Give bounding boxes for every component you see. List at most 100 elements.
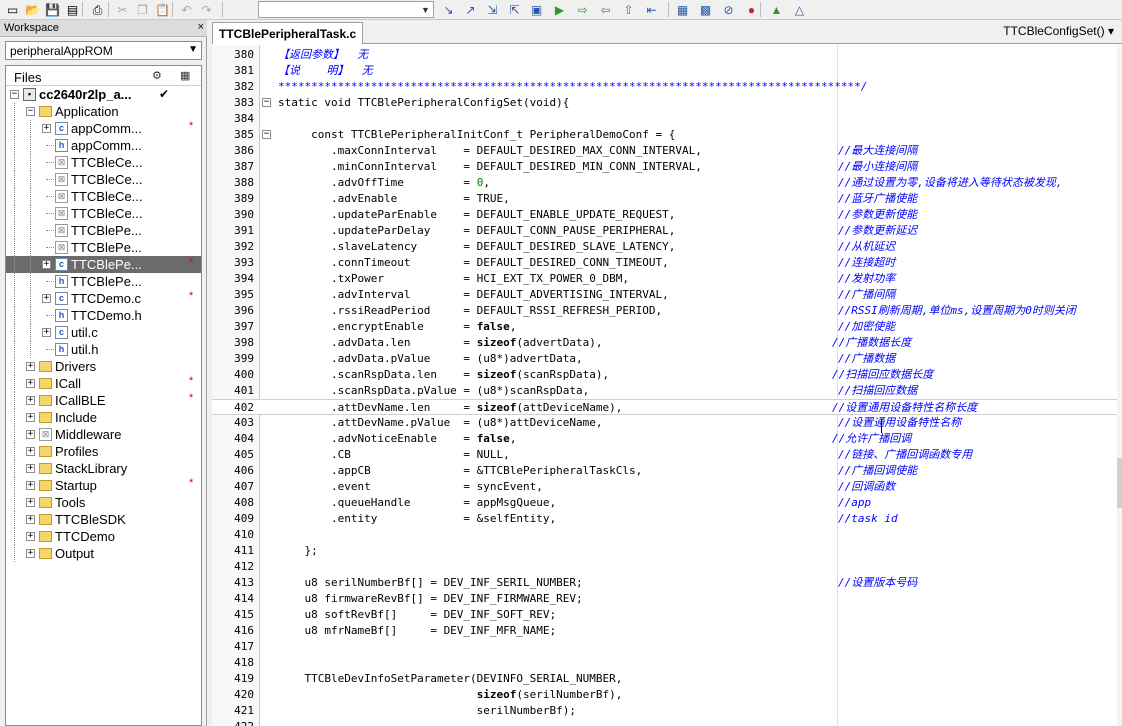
bookmark-next-icon[interactable]: ⇨: [574, 1, 591, 18]
paste-icon[interactable]: 📋: [154, 1, 171, 18]
chevron-down-icon[interactable]: ▾: [1108, 24, 1114, 38]
code-line[interactable]: 410: [212, 527, 1117, 543]
code-line[interactable]: 418: [212, 655, 1117, 671]
save-all-icon[interactable]: ▤: [64, 1, 81, 18]
files-column-label[interactable]: Files: [14, 70, 41, 85]
expand-icon[interactable]: +: [42, 260, 51, 269]
bookmark-toggle-icon[interactable]: ▶: [551, 1, 568, 18]
open-folder-icon[interactable]: 📂: [24, 1, 41, 18]
tree-item[interactable]: − Application: [6, 103, 201, 120]
code-area[interactable]: 380 【返回参数】 无 381 【说 明】 无 382 ****************…: [212, 45, 1117, 726]
code-line[interactable]: 405 .CB = NULL, //链接、广播回调函数专用: [212, 447, 1117, 463]
function-navigator[interactable]: TTCBleConfigSet() ▾: [1003, 24, 1114, 38]
undo-icon[interactable]: ↶: [178, 1, 195, 18]
find-combo[interactable]: ▼: [258, 1, 434, 18]
expand-icon[interactable]: +: [26, 379, 35, 388]
code-line[interactable]: 404 .advNoticeEnable = false, //允许广播回调: [212, 431, 1117, 447]
stop-build-icon[interactable]: ⊘: [720, 1, 737, 18]
code-line[interactable]: 392 .slaveLatency = DEFAULT_DESIRED_SLAV…: [212, 239, 1117, 255]
code-line[interactable]: 399 .advData.pValue = (u8*)advertData, //…: [212, 351, 1117, 367]
code-line[interactable]: 412: [212, 559, 1117, 575]
tree-item[interactable]: ⊠ TTCBlePe...: [6, 239, 201, 256]
code-line[interactable]: 415 u8 softRevBf[] = DEV_INF_SOFT_REV;: [212, 607, 1117, 623]
code-line[interactable]: 387 .minConnInterval = DEFAULT_DESIRED_M…: [212, 159, 1117, 175]
tree-item[interactable]: + TTCDemo: [6, 528, 201, 545]
code-line[interactable]: 389 .advEnable = TRUE, //蓝牙广播使能: [212, 191, 1117, 207]
code-line[interactable]: 403 .attDevName.pValue = (u8*)attDeviceN…: [212, 415, 1117, 431]
tree-item[interactable]: + ICall *: [6, 375, 201, 392]
collapse-icon[interactable]: −: [10, 90, 19, 99]
scrollbar-thumb[interactable]: [1117, 458, 1122, 508]
tree-item[interactable]: h TTCDemo.h: [6, 307, 201, 324]
code-line[interactable]: 385− const TTCBlePeripheralInitConf_t Pe…: [212, 127, 1117, 143]
new-file-icon[interactable]: ▭: [4, 1, 21, 18]
tree-item[interactable]: h util.h: [6, 341, 201, 358]
fold-toggle-icon[interactable]: −: [262, 130, 271, 139]
tree-item[interactable]: ⊠ TTCBleCe...: [6, 188, 201, 205]
code-line[interactable]: 395 .advInterval = DEFAULT_ADVERTISING_I…: [212, 287, 1117, 303]
code-line[interactable]: 397 .encryptEnable = false, //加密使能: [212, 319, 1117, 335]
tree-item[interactable]: + StackLibrary: [6, 460, 201, 477]
expand-icon[interactable]: +: [26, 515, 35, 524]
tree-item[interactable]: + Output: [6, 545, 201, 562]
options-column-icon[interactable]: ⚙: [152, 69, 162, 82]
code-line[interactable]: 396 .rssiReadPeriod = DEFAULT_RSSI_REFRE…: [212, 303, 1117, 319]
expand-icon[interactable]: +: [42, 294, 51, 303]
goto-icon[interactable]: ▣: [528, 1, 545, 18]
debug-no-download-icon[interactable]: △: [791, 1, 808, 18]
replace-icon[interactable]: ⇱: [506, 1, 523, 18]
save-icon[interactable]: 💾: [44, 1, 61, 18]
tree-item[interactable]: + Profiles: [6, 443, 201, 460]
code-line[interactable]: 381 【说 明】 无: [212, 63, 1117, 79]
code-line[interactable]: 393 .connTimeout = DEFAULT_DESIRED_CONN_…: [212, 255, 1117, 271]
vertical-scrollbar[interactable]: [1117, 45, 1122, 726]
find-prev-icon[interactable]: ↗: [462, 1, 479, 18]
tree-item[interactable]: ⊠ TTCBleCe...: [6, 171, 201, 188]
compile-icon[interactable]: ▦: [674, 1, 691, 18]
code-line[interactable]: 407 .event = syncEvent, //回调函数: [212, 479, 1117, 495]
download-debug-icon[interactable]: ▲: [768, 1, 785, 18]
tree-item[interactable]: + TTCBleSDK: [6, 511, 201, 528]
code-line[interactable]: 401 .scanRspData.pValue = (u8*)scanRspDa…: [212, 383, 1117, 399]
find-next-icon[interactable]: ↘: [440, 1, 457, 18]
tree-item[interactable]: + Startup *: [6, 477, 201, 494]
tree-item[interactable]: + Tools: [6, 494, 201, 511]
bookmark-clear-icon[interactable]: ⇧: [620, 1, 637, 18]
code-line[interactable]: 421 serilNumberBf);: [212, 703, 1117, 719]
tree-item[interactable]: + c appComm... *: [6, 120, 201, 137]
expand-icon[interactable]: +: [26, 447, 35, 456]
code-line[interactable]: 422: [212, 719, 1117, 726]
make-icon[interactable]: ▩: [697, 1, 714, 18]
build-column-icon[interactable]: ▦: [180, 69, 190, 82]
tree-item[interactable]: h TTCBlePe...: [6, 273, 201, 290]
tree-item[interactable]: + ICallBLE *: [6, 392, 201, 409]
expand-icon[interactable]: +: [26, 464, 35, 473]
code-line[interactable]: 409 .entity = &selfEntity, //task id: [212, 511, 1117, 527]
code-line[interactable]: 394 .txPower = HCI_EXT_TX_POWER_0_DBM, //…: [212, 271, 1117, 287]
fold-toggle-icon[interactable]: −: [262, 98, 271, 107]
tree-item[interactable]: + Drivers: [6, 358, 201, 375]
tree-item[interactable]: + c TTCDemo.c *: [6, 290, 201, 307]
tree-item[interactable]: + ⊠ Middleware: [6, 426, 201, 443]
code-line[interactable]: 406 .appCB = &TTCBlePeripheralTaskCls, //…: [212, 463, 1117, 479]
expand-icon[interactable]: +: [26, 413, 35, 422]
tree-item[interactable]: ⊠ TTCBleCe...: [6, 154, 201, 171]
code-line[interactable]: 386 .maxConnInterval = DEFAULT_DESIRED_M…: [212, 143, 1117, 159]
collapse-icon[interactable]: −: [26, 107, 35, 116]
find-in-files-icon[interactable]: ⇲: [484, 1, 501, 18]
tree-item[interactable]: ⊠ TTCBlePe...: [6, 222, 201, 239]
expand-icon[interactable]: +: [26, 532, 35, 541]
chevron-down-icon[interactable]: ▼: [188, 44, 198, 55]
bookmark-prev-icon[interactable]: ⇦: [597, 1, 614, 18]
code-line[interactable]: 402 .attDevName.len = sizeof(attDeviceNa…: [212, 399, 1117, 415]
copy-icon[interactable]: ❐: [134, 1, 151, 18]
navigate-back-icon[interactable]: ⇤: [643, 1, 660, 18]
expand-icon[interactable]: +: [42, 328, 51, 337]
code-line[interactable]: 388 .advOffTime = 0, //通过设置为零,设备将进入等待状态被发…: [212, 175, 1117, 191]
expand-icon[interactable]: +: [26, 362, 35, 371]
code-line[interactable]: 408 .queueHandle = appMsgQueue, //app: [212, 495, 1117, 511]
code-line[interactable]: 398 .advData.len = sizeof(advertData), //…: [212, 335, 1117, 351]
code-line[interactable]: 413 u8 serilNumberBf[] = DEV_INF_SERIL_N…: [212, 575, 1117, 591]
configuration-dropdown[interactable]: peripheralAppROM ▼: [5, 41, 202, 60]
code-line[interactable]: 417: [212, 639, 1117, 655]
